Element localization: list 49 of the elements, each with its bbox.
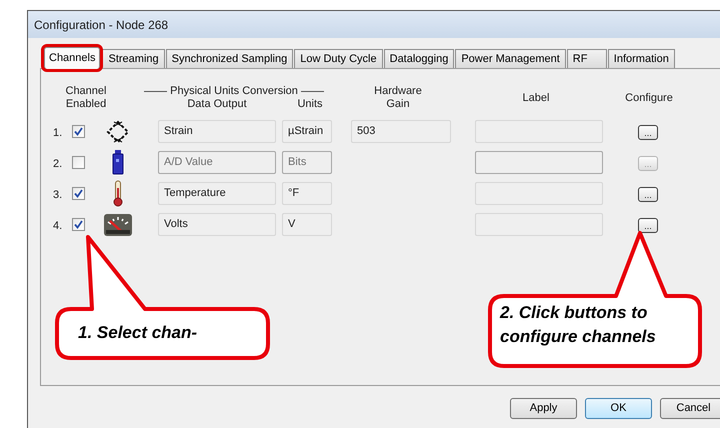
- checkbox[interactable]: [72, 125, 85, 138]
- channel-number: 1.: [53, 126, 64, 141]
- dialog-button[interactable]: Apply: [510, 398, 577, 419]
- callout-text: 2. Click buttons to configure channels: [500, 302, 657, 348]
- checkbox[interactable]: [72, 218, 85, 231]
- column-header: Configure: [624, 92, 674, 105]
- column-group-header: Physical Units Conversion: [170, 85, 298, 98]
- dialog-button[interactable]: OK: [585, 398, 652, 419]
- units-field[interactable]: µStrain: [282, 120, 332, 143]
- thermometer-icon: [112, 180, 124, 208]
- configure-button[interactable]: ...: [638, 187, 658, 202]
- window-title: Configuration - Node 268: [28, 11, 720, 38]
- configure-button[interactable]: ...: [638, 218, 658, 233]
- battery-icon: [112, 150, 124, 176]
- column-header: Data Output: [186, 98, 248, 111]
- data-output-field[interactable]: Temperature: [158, 182, 276, 205]
- configure-button[interactable]: ...: [638, 125, 658, 140]
- label-field[interactable]: [475, 182, 603, 205]
- callout-text: 1. Select chan-: [78, 322, 198, 344]
- channel-number: 2.: [53, 157, 64, 172]
- tab[interactable]: Channels: [44, 47, 100, 69]
- channel-number: 4.: [53, 219, 64, 234]
- units-field[interactable]: Bits: [282, 151, 332, 174]
- tab[interactable]: Low Duty Cycle: [294, 49, 383, 68]
- column-header: Channel Enabled: [64, 85, 108, 111]
- checkbox[interactable]: [72, 156, 85, 169]
- data-output-field[interactable]: Volts: [158, 213, 276, 236]
- tab[interactable]: Power Management: [455, 49, 566, 68]
- gauge-icon: [104, 214, 132, 236]
- tab[interactable]: Synchronized Sampling: [166, 49, 294, 68]
- tab[interactable]: Information: [608, 49, 675, 68]
- column-header: Hardware Gain: [373, 85, 423, 111]
- units-field[interactable]: °F: [282, 182, 332, 205]
- label-field[interactable]: [475, 151, 603, 174]
- channel-number: 3.: [53, 188, 64, 203]
- tab[interactable]: Streaming: [102, 49, 165, 68]
- checkbox[interactable]: [72, 187, 85, 200]
- column-header: Label: [522, 92, 550, 105]
- label-field[interactable]: [475, 120, 603, 143]
- hardware-gain-field[interactable]: 503: [351, 120, 451, 143]
- strain-gauge-icon: [105, 120, 131, 144]
- tab[interactable]: Datalogging: [384, 49, 454, 68]
- data-output-field[interactable]: A/D Value: [158, 151, 276, 174]
- data-output-field[interactable]: Strain: [158, 120, 276, 143]
- column-header: Units: [296, 98, 324, 111]
- units-field[interactable]: V: [282, 213, 332, 236]
- tab[interactable]: RF: [566, 49, 607, 68]
- dialog-button[interactable]: Cancel: [660, 398, 720, 419]
- label-field[interactable]: [475, 213, 603, 236]
